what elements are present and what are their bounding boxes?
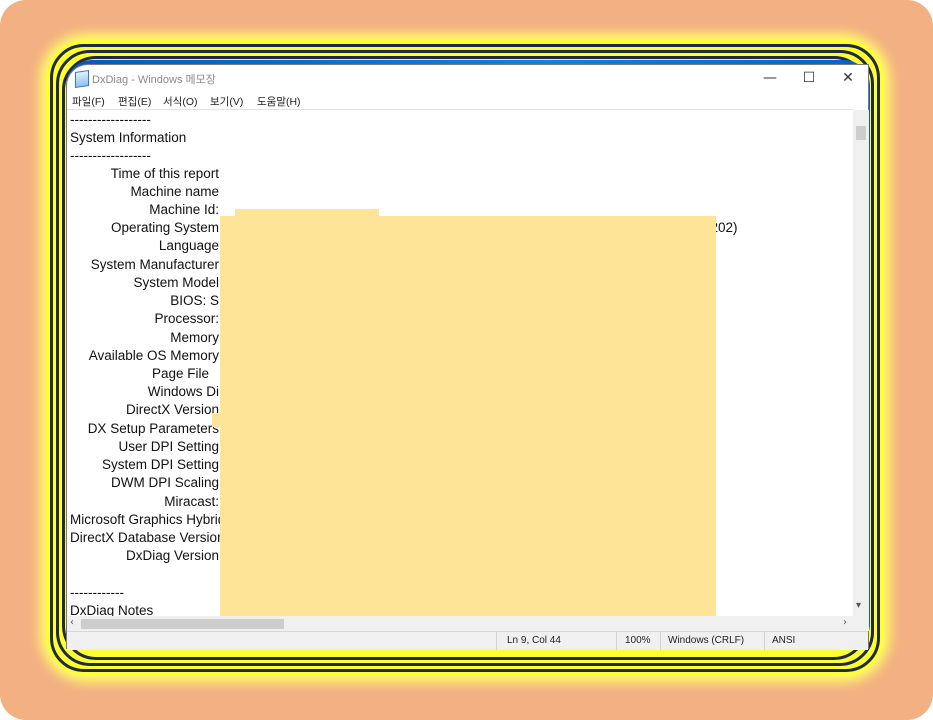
field-label: Language (158, 238, 219, 253)
notepad-icon (75, 70, 89, 88)
maximize-button[interactable]: ☐ (790, 67, 828, 89)
title-bar[interactable]: DxDiag - Windows 메모장 — ☐ ✕ (67, 65, 868, 91)
field-label: User DPI Setting (118, 439, 219, 454)
scroll-right-icon[interactable]: › (843, 617, 847, 628)
menu-help[interactable]: 도움말(H) (257, 94, 301, 109)
field-label: Processor: (154, 311, 219, 326)
separator-line: ------------------ (70, 112, 151, 127)
zoom-level: 100% (625, 635, 651, 646)
vertical-scrollbar[interactable]: ▾ (853, 110, 869, 617)
field-label: DxDiag Version (125, 548, 219, 563)
field-label: Microsoft Graphics Hybrid (70, 512, 226, 527)
field-label: Windows Di (147, 384, 219, 399)
status-divider (496, 632, 497, 650)
field-label: Miracast: (164, 494, 219, 509)
cursor-position: Ln 9, Col 44 (507, 635, 561, 646)
scroll-down-icon[interactable]: ▾ (856, 600, 861, 611)
field-label: System DPI Setting (101, 457, 219, 472)
menu-file[interactable]: 파일(F) (72, 94, 105, 109)
menu-view[interactable]: 보기(V) (210, 94, 243, 109)
field-label: Machine Id: (149, 202, 219, 217)
field-label: BIOS: S (170, 293, 219, 308)
horizontal-scroll-thumb[interactable] (81, 619, 284, 629)
field-label: DirectX Database Version (70, 530, 225, 545)
minimize-button[interactable]: — (751, 67, 789, 89)
status-divider (616, 632, 617, 650)
scrollbar-corner (853, 616, 869, 631)
scroll-left-icon[interactable]: ‹ (70, 617, 74, 628)
field-label: Memory (170, 330, 219, 345)
redaction-box (235, 209, 379, 219)
menu-format[interactable]: 서식(O) (163, 94, 197, 109)
field-label: Page File (151, 366, 209, 381)
horizontal-scrollbar[interactable]: ‹ › (67, 616, 853, 631)
redaction-box (220, 216, 716, 617)
separator-line: ------------ (70, 585, 124, 600)
window-title: DxDiag - Windows 메모장 (92, 74, 216, 86)
status-divider (764, 632, 765, 650)
field-label: Available OS Memory (88, 348, 219, 363)
field-label: System Manufacturer (90, 257, 219, 272)
section-heading: DxDiag Notes (70, 603, 154, 617)
encoding: ANSI (772, 635, 796, 646)
field-label: DWM DPI Scaling (110, 475, 219, 490)
status-divider (660, 632, 661, 650)
separator-line: ------------------ (70, 148, 151, 163)
field-label: DirectX Version (125, 402, 219, 417)
field-label: Machine name (130, 184, 219, 199)
section-heading: System Information (70, 130, 187, 145)
status-bar: Ln 9, Col 44 100% Windows (CRLF) ANSI (67, 631, 868, 650)
notepad-window: DxDiag - Windows 메모장 — ☐ ✕ 파일(F) 편집(E) 서… (66, 64, 869, 650)
field-label: Operating System (110, 220, 219, 235)
line-ending: Windows (CRLF) (668, 635, 745, 646)
field-label: Time of this report (110, 166, 219, 181)
menu-edit[interactable]: 편집(E) (118, 94, 151, 109)
field-label: System Model (133, 275, 219, 290)
menu-bar: 파일(F) 편집(E) 서식(O) 보기(V) 도움말(H) (67, 91, 868, 110)
close-button[interactable]: ✕ (829, 67, 867, 89)
text-editor[interactable]: ------------------ System Information --… (67, 109, 853, 617)
redaction-box (212, 413, 232, 427)
vertical-scroll-thumb[interactable] (856, 126, 866, 140)
field-label: DX Setup Parameters (87, 421, 219, 436)
